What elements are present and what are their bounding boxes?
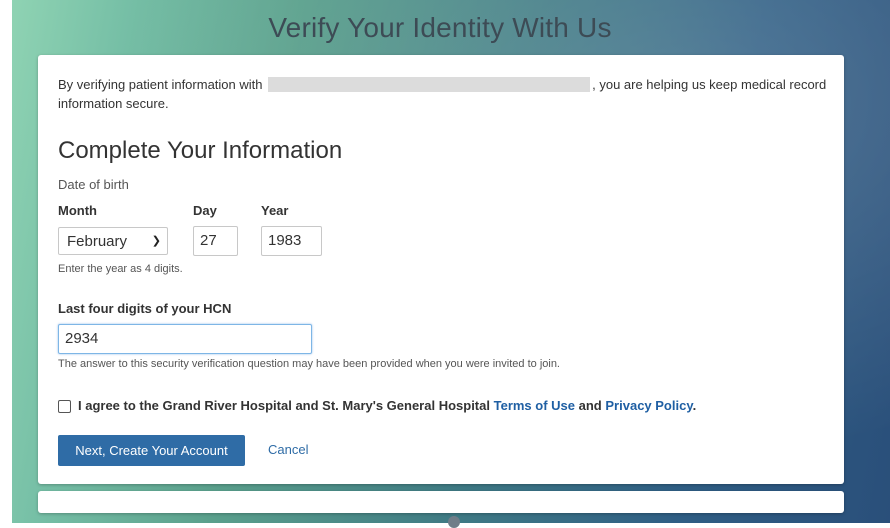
agree-and-text: and	[578, 398, 602, 413]
terms-of-use-link[interactable]: Terms of Use	[494, 398, 575, 413]
month-select-value: February	[67, 233, 128, 250]
month-select[interactable]: February ❯	[58, 227, 168, 255]
dob-label: Date of birth	[58, 177, 129, 192]
agree-text: I agree to the Grand River Hospital and …	[78, 398, 490, 413]
cancel-link[interactable]: Cancel	[268, 442, 308, 457]
agree-period: .	[692, 398, 697, 413]
section-title: Complete Your Information	[58, 137, 343, 164]
page-title: Verify Your Identity With Us	[268, 12, 612, 43]
secondary-card	[38, 491, 844, 513]
verification-card: By verifying patient information with , …	[38, 55, 844, 484]
year-label: Year	[261, 203, 289, 218]
intro-text: By verifying patient information with , …	[58, 75, 828, 113]
year-input[interactable]: 1983	[261, 226, 322, 256]
redacted-organization-name	[268, 77, 591, 92]
intro-text-before: By verifying patient information with	[58, 77, 263, 92]
scroll-indicator-dot	[448, 516, 460, 528]
hcn-label: Last four digits of your HCN	[58, 301, 232, 316]
day-input[interactable]: 27	[193, 226, 238, 256]
hcn-hint: The answer to this security verification…	[58, 358, 560, 370]
hcn-input[interactable]: 2934	[58, 324, 312, 354]
month-label: Month	[58, 203, 97, 218]
next-create-account-button[interactable]: Next, Create Your Account	[58, 435, 245, 466]
privacy-policy-link[interactable]: Privacy Policy	[605, 398, 692, 413]
chevron-down-icon: ❯	[151, 235, 161, 247]
day-label: Day	[193, 203, 217, 218]
year-hint: Enter the year as 4 digits.	[58, 263, 183, 275]
agree-checkbox[interactable]	[58, 400, 71, 413]
agree-label: I agree to the Grand River Hospital and …	[78, 398, 696, 413]
